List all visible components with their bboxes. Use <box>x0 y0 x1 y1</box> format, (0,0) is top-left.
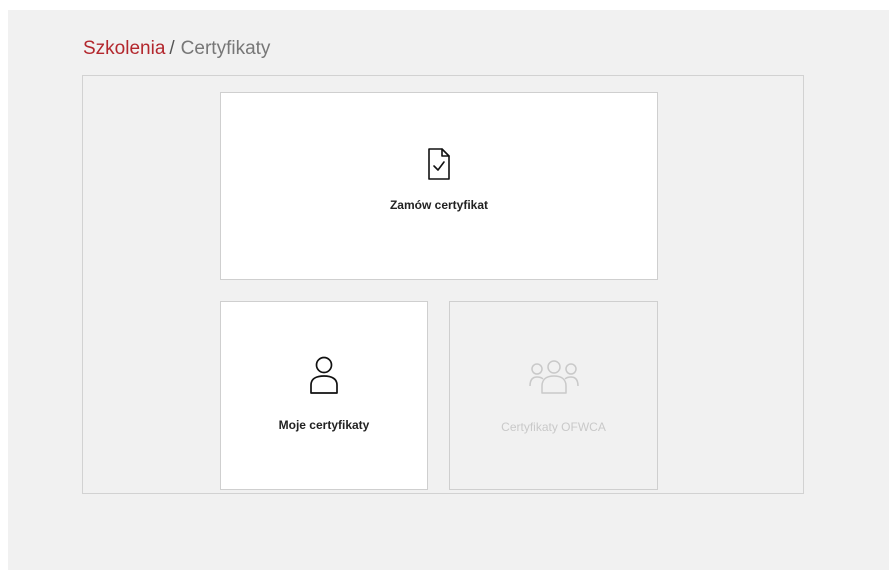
breadcrumb-separator: / <box>169 38 175 59</box>
document-check-icon <box>427 148 451 180</box>
my-certificates-tile[interactable]: Moje certyfikaty <box>220 301 428 490</box>
order-certificate-tile[interactable]: Zamów certyfikat <box>220 92 658 280</box>
user-icon <box>309 356 339 394</box>
order-certificate-label: Zamów certyfikat <box>389 198 489 212</box>
breadcrumb-current: Certyfikaty <box>180 38 271 59</box>
breadcrumb: Szkolenia / Certyfikaty <box>83 37 270 61</box>
users-group-icon <box>528 360 579 394</box>
my-certificates-label: Moje certyfikaty <box>278 418 370 432</box>
page-canvas: Szkolenia / Certyfikaty Zamów certyfikat M… <box>8 10 889 570</box>
ofwca-certificates-label: Certyfikaty OFWCA <box>501 420 606 434</box>
ofwca-certificates-tile: Certyfikaty OFWCA <box>449 301 658 490</box>
breadcrumb-link-szkolenia[interactable]: Szkolenia <box>83 38 165 59</box>
